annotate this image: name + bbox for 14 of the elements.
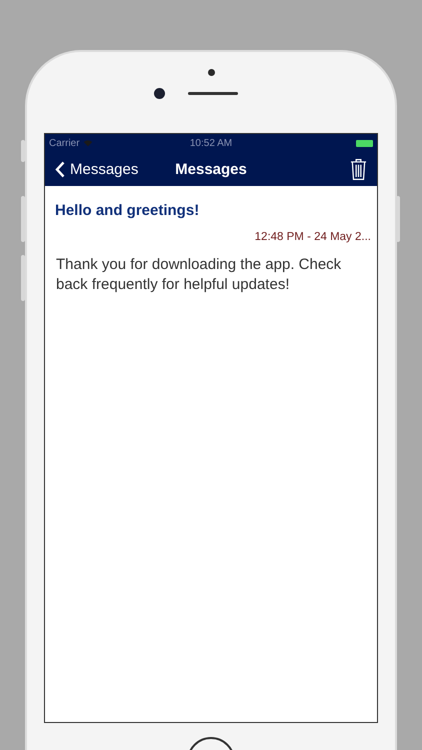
nav-title: Messages xyxy=(175,160,247,178)
sensor-dot xyxy=(208,69,214,76)
chevron-icon xyxy=(55,160,65,178)
message-timestamp: 12:48 PM - 24 May 2... xyxy=(254,231,371,243)
camera-icon xyxy=(154,88,165,99)
battery-icon xyxy=(356,140,373,146)
wifi-icon xyxy=(82,139,93,147)
trash-icon[interactable] xyxy=(350,158,367,180)
carrier-label: Carrier xyxy=(49,138,80,148)
message-title: Hello and greetings! xyxy=(55,202,200,219)
speaker-grille xyxy=(188,92,238,95)
message-body: Thank you for downloading the app. Check back frequently for helpful updates! xyxy=(55,255,342,295)
back-button[interactable]: Messages xyxy=(55,160,138,178)
status-time: 10:52 AM xyxy=(190,138,232,148)
